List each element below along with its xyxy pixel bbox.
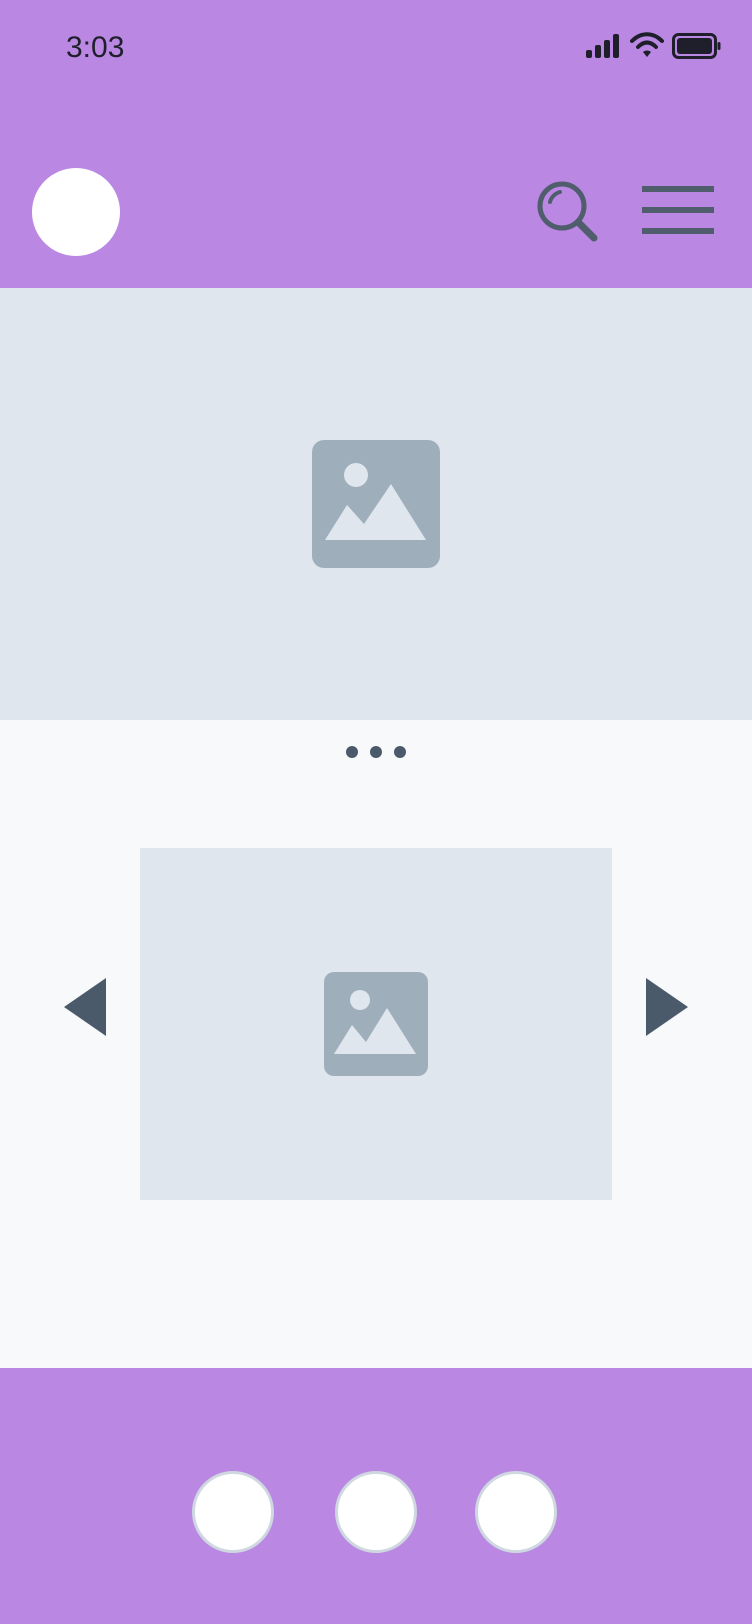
- status-time: 3:03: [66, 31, 125, 64]
- avatar[interactable]: [32, 168, 120, 256]
- battery-icon: [672, 33, 721, 59]
- bottom-nav-button-3[interactable]: [475, 1471, 557, 1553]
- search-icon[interactable]: [534, 178, 602, 246]
- image-placeholder-icon: [312, 440, 440, 568]
- carousel-pagination-dots: [346, 746, 406, 758]
- image-placeholder-icon: [324, 972, 428, 1076]
- bottom-nav-button-1[interactable]: [192, 1471, 274, 1553]
- wifi-icon: [630, 32, 664, 57]
- chevron-left-icon[interactable]: [62, 976, 110, 1038]
- menu-icon[interactable]: [642, 182, 714, 238]
- bottom-nav-button-2[interactable]: [335, 1471, 417, 1553]
- chevron-right-icon[interactable]: [642, 976, 690, 1038]
- signal-icon: [586, 34, 619, 58]
